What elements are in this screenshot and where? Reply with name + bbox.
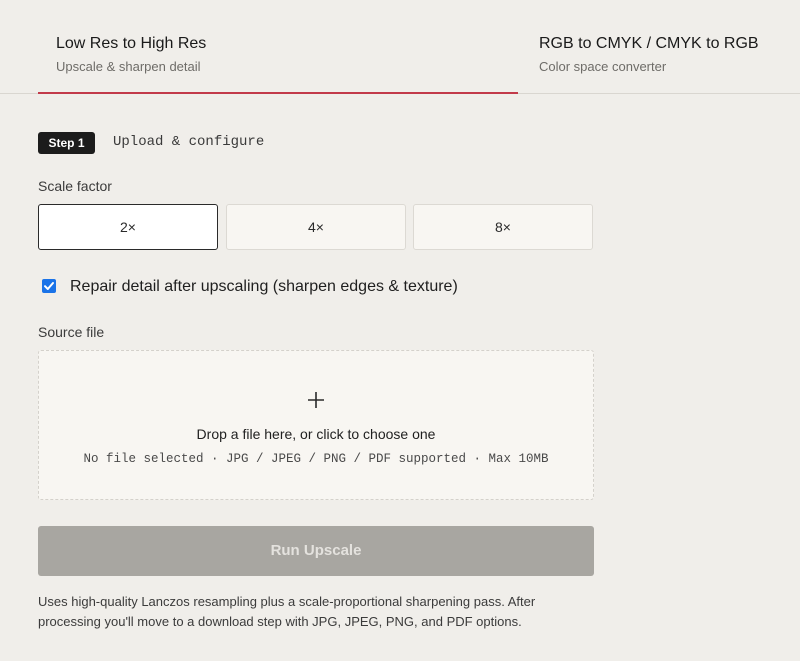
scale-option-2x[interactable]: 2× xyxy=(38,204,218,250)
plus-icon xyxy=(308,392,324,408)
run-upscale-button[interactable]: Run Upscale xyxy=(38,526,594,576)
tab-rgb-cmyk[interactable]: RGB to CMYK / CMYK to RGB Color space co… xyxy=(518,0,800,94)
tab-low-res-to-high-res[interactable]: Low Res to High Res Upscale & sharpen de… xyxy=(38,0,518,94)
scale-option-8x[interactable]: 8× xyxy=(413,204,593,250)
tab-subtitle: Color space converter xyxy=(539,59,667,74)
dropzone-title: Drop a file here, or click to choose one xyxy=(196,426,436,442)
scale-option-4x[interactable]: 4× xyxy=(226,204,406,250)
step-badge: Step 1 xyxy=(38,132,95,154)
file-dropzone[interactable]: Drop a file here, or click to choose one… xyxy=(38,350,594,500)
repair-detail-checkbox[interactable] xyxy=(42,279,56,293)
source-file-label: Source file xyxy=(38,324,105,340)
tab-title: Low Res to High Res xyxy=(56,35,207,52)
help-text: Uses high-quality Lanczos resampling plu… xyxy=(38,594,536,629)
dropzone-subtitle: No file selected · JPG / JPEG / PNG / PD… xyxy=(83,452,549,466)
tab-title: RGB to CMYK / CMYK to RGB xyxy=(539,35,759,52)
tab-subtitle: Upscale & sharpen detail xyxy=(56,59,201,74)
tab-bar: Low Res to High Res Upscale & sharpen de… xyxy=(0,0,800,94)
scale-factor-label: Scale factor xyxy=(38,178,112,194)
step-title: Upload & configure xyxy=(113,134,265,150)
check-icon xyxy=(44,282,54,290)
repair-detail-label[interactable]: Repair detail after upscaling (sharpen e… xyxy=(70,278,458,296)
